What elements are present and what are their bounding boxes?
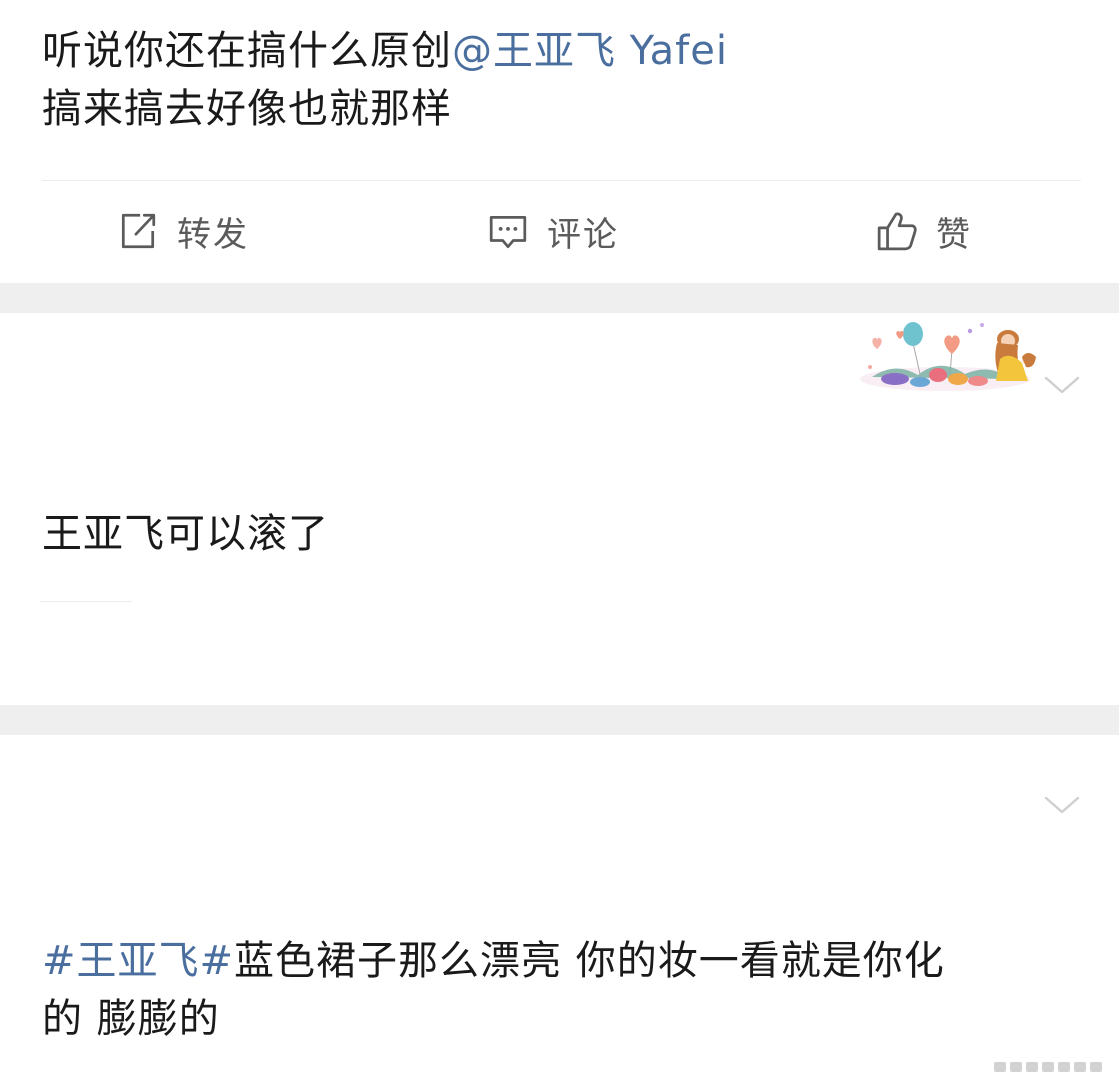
post-text-line-2: 的 膨膨的 xyxy=(42,996,220,1042)
post-text-start: 听说你还在搞什么原创 xyxy=(42,28,452,74)
post-card-3: #王亚飞#蓝色裙子那么漂亮 你的妆一看就是你化 的 膨膨的 xyxy=(0,735,1119,1080)
post-text-body: 蓝色裙子那么漂亮 你的妆一看就是你化 xyxy=(234,938,945,984)
user-mention-link[interactable]: @王亚飞 Yafei xyxy=(452,28,728,74)
hashtag-link[interactable]: #王亚飞# xyxy=(42,938,234,984)
post-text-line-1: 听说你还在搞什么原创@王亚飞 Yafei xyxy=(42,22,1059,80)
divider xyxy=(42,180,1081,181)
like-label: 赞 xyxy=(936,214,972,255)
post-text-3: #王亚飞#蓝色裙子那么漂亮 你的妆一看就是你化 的 膨膨的 xyxy=(42,932,1059,1048)
balloons-girl-flowers-decoration xyxy=(860,322,1036,391)
comment-label: 评论 xyxy=(547,214,619,255)
chevron-down-icon[interactable] xyxy=(1043,373,1081,397)
watermark-dots-icon xyxy=(994,1062,1102,1072)
chevron-down-icon[interactable] xyxy=(1043,793,1081,817)
repost-label: 转发 xyxy=(177,214,249,255)
repost-button[interactable]: 转发 xyxy=(117,205,249,257)
comment-icon xyxy=(489,215,527,249)
thumbs-up-icon xyxy=(877,212,917,251)
post-text-line-1: #王亚飞#蓝色裙子那么漂亮 你的妆一看就是你化 xyxy=(42,932,1059,990)
post-text-1: 听说你还在搞什么原创@王亚飞 Yafei 搞来搞去好像也就那样 xyxy=(42,22,1059,138)
post-text-2: 王亚飞可以滚了 xyxy=(42,511,329,557)
share-icon xyxy=(121,213,156,249)
divider xyxy=(40,601,132,602)
post-card-2: 王亚飞可以滚了 xyxy=(0,313,1119,705)
post-text-line-2: 搞来搞去好像也就那样 xyxy=(42,86,452,132)
post-card-1: 听说你还在搞什么原创@王亚飞 Yafei 搞来搞去好像也就那样 转发 评论 赞 xyxy=(0,0,1119,283)
comment-button[interactable]: 评论 xyxy=(487,205,619,257)
like-button[interactable]: 赞 xyxy=(876,205,972,257)
